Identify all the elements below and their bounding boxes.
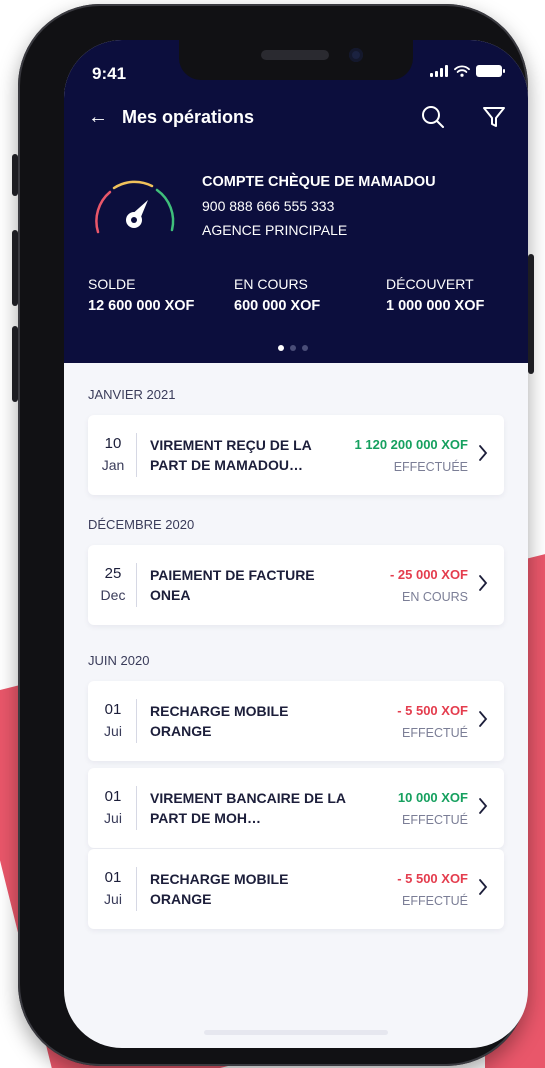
section-header: JANVIER 2021 <box>88 387 176 402</box>
camera-dot <box>349 48 363 62</box>
transaction-amount: - 5 500 XOF <box>397 871 468 886</box>
chevron-right-icon <box>479 711 488 727</box>
mockup-stage: 9:41 ← Mes opérations COMPTE CHÈQUE DE M… <box>0 0 545 1068</box>
stat-label: DÉCOUVERT <box>386 276 474 292</box>
transaction-label: VIREMENT BANCAIRE DE LA <box>150 790 347 806</box>
page-dot-active[interactable] <box>278 345 284 351</box>
transaction-card[interactable]: 01 Jui VIREMENT BANCAIRE DE LA PART DE M… <box>88 768 504 848</box>
transaction-card[interactable]: 01 Jui RECHARGE MOBILE ORANGE - 5 500 XO… <box>88 681 504 761</box>
stat-value: 1 000 000 XOF <box>386 298 485 314</box>
account-number: 900 888 666 555 333 <box>202 198 335 214</box>
chevron-right-icon <box>479 879 488 895</box>
transaction-label: VIREMENT REÇU DE LA <box>150 437 312 453</box>
divider <box>136 563 137 607</box>
transaction-day: 10 <box>104 435 122 452</box>
transaction-month: Jui <box>104 810 122 826</box>
volume-up-button <box>12 230 18 306</box>
transaction-label: RECHARGE MOBILE <box>150 703 289 719</box>
transaction-amount: - 25 000 XOF <box>389 567 468 582</box>
stat-value: 600 000 XOF <box>234 298 321 314</box>
divider <box>136 867 137 911</box>
transaction-day: 01 <box>104 701 122 718</box>
transaction-status: EFFECTUÉ <box>402 894 468 908</box>
wifi-icon <box>454 65 470 77</box>
page-title: Mes opérations <box>122 107 255 127</box>
transaction-label-2: ONEA <box>150 587 191 603</box>
section-header: JUIN 2020 <box>88 653 150 668</box>
transaction-card[interactable]: 10 Jan VIREMENT REÇU DE LA PART DE MAMAD… <box>88 415 504 495</box>
section-header: DÉCEMBRE 2020 <box>88 517 195 532</box>
transaction-label-2: ORANGE <box>150 891 212 907</box>
chevron-right-icon <box>479 798 488 814</box>
stat-value: 12 600 000 XOF <box>88 298 195 314</box>
stat-en-cours: EN COURS 600 000 XOF <box>234 276 320 314</box>
gauge-icon <box>95 180 175 234</box>
home-indicator[interactable] <box>204 1030 388 1035</box>
transaction-card[interactable]: 01 Jui RECHARGE MOBILE ORANGE - 5 500 XO… <box>88 849 504 929</box>
phone-frame: 9:41 ← Mes opérations COMPTE CHÈQUE DE M… <box>12 4 534 1066</box>
transaction-month: Jui <box>104 891 122 907</box>
transaction-amount: 1 120 200 000 XOF <box>354 437 468 452</box>
page-dot[interactable] <box>290 345 296 351</box>
filter-icon[interactable] <box>482 104 506 130</box>
transaction-status: EFFECTUÉE <box>393 460 468 474</box>
transaction-month: Jui <box>104 723 122 739</box>
transaction-day: 25 <box>104 565 122 582</box>
divider <box>136 433 137 477</box>
transaction-month: Jan <box>101 457 125 473</box>
transaction-amount: 10 000 XOF <box>397 790 468 805</box>
app-screen: 9:41 ← Mes opérations COMPTE CHÈQUE DE M… <box>64 40 528 1048</box>
nav-bar: ← Mes opérations <box>64 102 528 132</box>
search-icon[interactable] <box>420 104 446 130</box>
power-button <box>528 254 534 374</box>
battery-icon <box>476 65 505 77</box>
speaker-grille <box>261 50 329 60</box>
chevron-right-icon <box>479 445 488 461</box>
divider <box>136 786 137 830</box>
chevron-right-icon <box>479 575 488 591</box>
account-name: COMPTE CHÈQUE DE MAMADOU <box>202 174 436 190</box>
transaction-label: PAIEMENT DE FACTURE <box>150 567 315 583</box>
signal-icon <box>430 65 448 77</box>
transaction-label: RECHARGE MOBILE <box>150 871 289 887</box>
volume-down-button <box>12 326 18 402</box>
stat-decouvert: DÉCOUVERT 1 000 000 XOF <box>386 276 484 314</box>
transaction-label-2: PART DE MAMADOU… <box>150 457 303 473</box>
transaction-status: EFFECTUÉ <box>402 813 468 827</box>
transaction-card[interactable]: 25 Dec PAIEMENT DE FACTURE ONEA - 25 000… <box>88 545 504 625</box>
transaction-amount: - 5 500 XOF <box>397 703 468 718</box>
notch <box>179 40 413 80</box>
account-header: 9:41 ← Mes opérations COMPTE CHÈQUE DE M… <box>64 40 528 363</box>
stat-label: EN COURS <box>234 276 308 292</box>
page-dot[interactable] <box>302 345 308 351</box>
status-time: 9:41 <box>92 64 127 83</box>
mute-switch <box>12 154 18 196</box>
transaction-status: EFFECTUÉ <box>402 726 468 740</box>
stat-label: SOLDE <box>88 276 136 292</box>
account-branch: AGENCE PRINCIPALE <box>202 222 348 238</box>
page-indicator[interactable] <box>278 345 308 351</box>
arrow-left-icon[interactable]: ← <box>88 102 108 132</box>
transaction-day: 01 <box>104 869 122 886</box>
transaction-month: Dec <box>100 587 126 603</box>
transaction-day: 01 <box>104 788 122 805</box>
status-icons <box>430 65 505 77</box>
stat-solde: SOLDE 12 600 000 XOF <box>88 276 194 314</box>
transaction-status: EN COURS <box>402 590 468 604</box>
transaction-label-2: PART DE MOH… <box>150 810 261 826</box>
divider <box>136 699 137 743</box>
transaction-label-2: ORANGE <box>150 723 212 739</box>
